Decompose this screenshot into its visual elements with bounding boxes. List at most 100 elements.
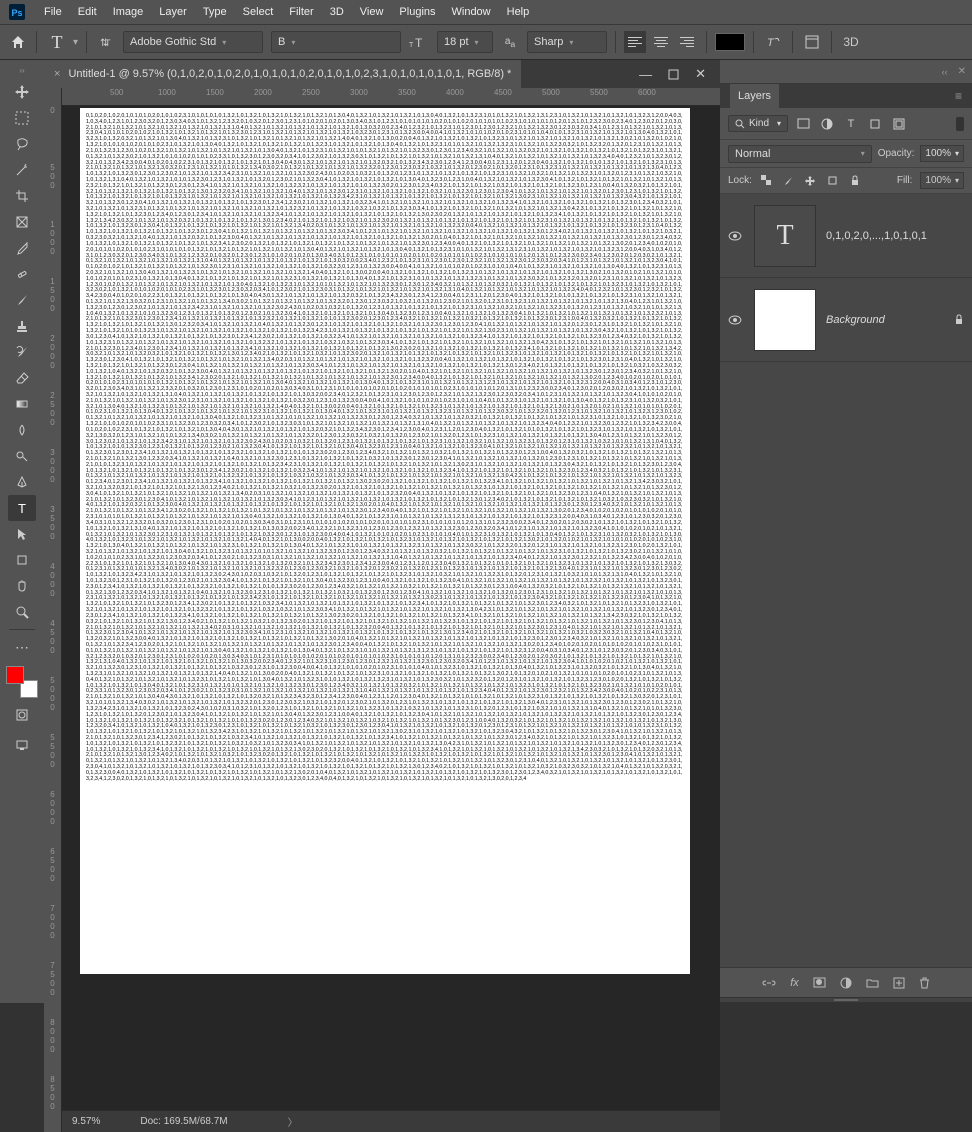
lock-icon[interactable] — [954, 314, 964, 325]
type-tool-icon[interactable]: T — [8, 495, 36, 521]
tool-preset-dropdown[interactable]: ▾ — [73, 37, 78, 48]
panel-menu-icon[interactable]: ≡ — [955, 89, 962, 103]
lock-image-icon[interactable] — [782, 174, 796, 188]
status-flyout-icon[interactable]: 〉 — [288, 1114, 298, 1129]
edit-toolbar-icon[interactable]: ⋯ — [8, 634, 36, 660]
menu-filter[interactable]: Filter — [281, 4, 321, 20]
doc-size[interactable]: Doc: 169.5M/68.7M — [140, 1116, 227, 1127]
foreground-color-swatch[interactable] — [6, 666, 24, 684]
layer-fx-icon[interactable]: fx — [790, 977, 799, 989]
document-tab[interactable]: × Untitled-1 @ 9.57% (0,1,0,2,0,1,0,2,0,… — [44, 60, 521, 88]
font-size-select[interactable]: 18 pt▾ — [437, 31, 493, 53]
window-maximize-icon[interactable] — [668, 69, 679, 80]
align-center-icon[interactable] — [650, 31, 672, 53]
lasso-tool-icon[interactable] — [8, 131, 36, 157]
layer-row[interactable]: T 0,1,0,2,0,...,1,0,1,0,1 — [720, 194, 972, 278]
new-layer-icon[interactable] — [893, 977, 905, 989]
layer-mask-icon[interactable] — [813, 977, 826, 988]
menu-help[interactable]: Help — [499, 4, 538, 20]
menu-image[interactable]: Image — [105, 4, 152, 20]
filter-pixel-icon[interactable] — [794, 116, 812, 132]
zoom-level[interactable]: 9.57% — [72, 1116, 100, 1127]
align-right-icon[interactable] — [676, 31, 698, 53]
move-tool-icon[interactable] — [8, 79, 36, 105]
shape-tool-icon[interactable] — [8, 547, 36, 573]
healing-tool-icon[interactable] — [8, 261, 36, 287]
home-icon[interactable] — [8, 32, 28, 52]
align-left-icon[interactable] — [624, 31, 646, 53]
color-swatches[interactable] — [6, 666, 38, 698]
filter-adjust-icon[interactable] — [818, 116, 836, 132]
lock-position-icon[interactable] — [804, 174, 818, 188]
layer-row[interactable]: Background — [720, 278, 972, 362]
layer-name[interactable]: 0,1,0,2,0,...,1,0,1,0,1 — [826, 230, 927, 242]
warp-text-icon[interactable]: T — [762, 31, 784, 53]
eyedropper-tool-icon[interactable] — [8, 235, 36, 261]
layer-thumbnail[interactable] — [754, 289, 816, 351]
menu-select[interactable]: Select — [235, 4, 282, 20]
pen-tool-icon[interactable] — [8, 469, 36, 495]
layer-thumbnail[interactable]: T — [754, 205, 816, 267]
wand-tool-icon[interactable] — [8, 157, 36, 183]
panel-resize-handle[interactable] — [720, 997, 972, 1003]
filter-toggle[interactable] — [956, 117, 964, 131]
hand-tool-icon[interactable] — [8, 573, 36, 599]
blur-tool-icon[interactable] — [8, 417, 36, 443]
layer-name[interactable]: Background — [826, 314, 885, 326]
screenmode-icon[interactable] — [8, 732, 36, 758]
menu-layer[interactable]: Layer — [151, 4, 195, 20]
antialias-select[interactable]: Sharp▾ — [527, 31, 607, 53]
path-select-tool-icon[interactable] — [8, 521, 36, 547]
blend-mode-select[interactable]: Normal▾ — [728, 145, 872, 163]
tab-close-icon[interactable]: × — [54, 68, 60, 80]
menu-3d[interactable]: 3D — [322, 4, 352, 20]
font-family-select[interactable]: Adobe Gothic Std▾ — [123, 31, 263, 53]
quickmask-icon[interactable] — [8, 702, 36, 728]
delete-layer-icon[interactable] — [919, 977, 930, 989]
canvas[interactable]: 0,1,0,2,0,1,0,2,0,1,0,1,0,1,0,2,0,1,0,1,… — [62, 106, 720, 1110]
collapse-toolbar-icon[interactable]: ›› — [19, 66, 24, 75]
link-layers-icon[interactable] — [762, 977, 776, 989]
menu-window[interactable]: Window — [444, 4, 499, 20]
lock-artboard-icon[interactable] — [826, 174, 840, 188]
text-orientation-icon[interactable]: ⇅T — [95, 32, 115, 52]
text-color-swatch[interactable] — [715, 33, 745, 51]
fill-input[interactable]: 100%▾ — [920, 172, 964, 189]
history-brush-tool-icon[interactable] — [8, 339, 36, 365]
window-minimize-icon[interactable]: — — [639, 67, 652, 82]
layers-tab[interactable]: Layers — [730, 84, 779, 108]
gradient-tool-icon[interactable] — [8, 391, 36, 417]
zoom-tool-icon[interactable] — [8, 599, 36, 625]
opacity-input[interactable]: 100%▾ — [920, 145, 964, 162]
filter-type-icon[interactable]: T — [842, 116, 860, 132]
adjustment-layer-icon[interactable] — [840, 977, 852, 989]
menu-file[interactable]: File — [36, 4, 70, 20]
eraser-tool-icon[interactable] — [8, 365, 36, 391]
document-page[interactable]: 0,1,0,2,0,1,0,2,0,1,0,1,0,1,0,2,0,1,0,1,… — [80, 108, 690, 974]
window-close-icon[interactable]: ✕ — [695, 66, 706, 82]
lock-transparent-icon[interactable] — [760, 174, 774, 188]
panel-collapse-icon[interactable]: ‹‹ — [942, 67, 948, 77]
app-logo[interactable]: Ps — [8, 3, 26, 21]
group-layers-icon[interactable] — [866, 977, 879, 988]
menu-edit[interactable]: Edit — [70, 4, 105, 20]
stamp-tool-icon[interactable] — [8, 313, 36, 339]
menu-type[interactable]: Type — [195, 4, 235, 20]
filter-kind-select[interactable]: Kind▾ — [728, 115, 788, 132]
three-d-button[interactable]: 3D — [840, 31, 862, 53]
lock-all-icon[interactable] — [848, 174, 862, 188]
visibility-icon[interactable] — [728, 231, 744, 241]
character-panel-icon[interactable] — [801, 31, 823, 53]
menu-plugins[interactable]: Plugins — [391, 4, 443, 20]
visibility-icon[interactable] — [728, 315, 744, 325]
menu-view[interactable]: View — [352, 4, 392, 20]
frame-tool-icon[interactable] — [8, 209, 36, 235]
dodge-tool-icon[interactable] — [8, 443, 36, 469]
crop-tool-icon[interactable] — [8, 183, 36, 209]
filter-smart-icon[interactable] — [890, 116, 908, 132]
marquee-tool-icon[interactable] — [8, 105, 36, 131]
panel-close-icon[interactable]: ✕ — [958, 66, 966, 77]
brush-tool-icon[interactable] — [8, 287, 36, 313]
font-weight-select[interactable]: B▾ — [271, 31, 401, 53]
filter-shape-icon[interactable] — [866, 116, 884, 132]
